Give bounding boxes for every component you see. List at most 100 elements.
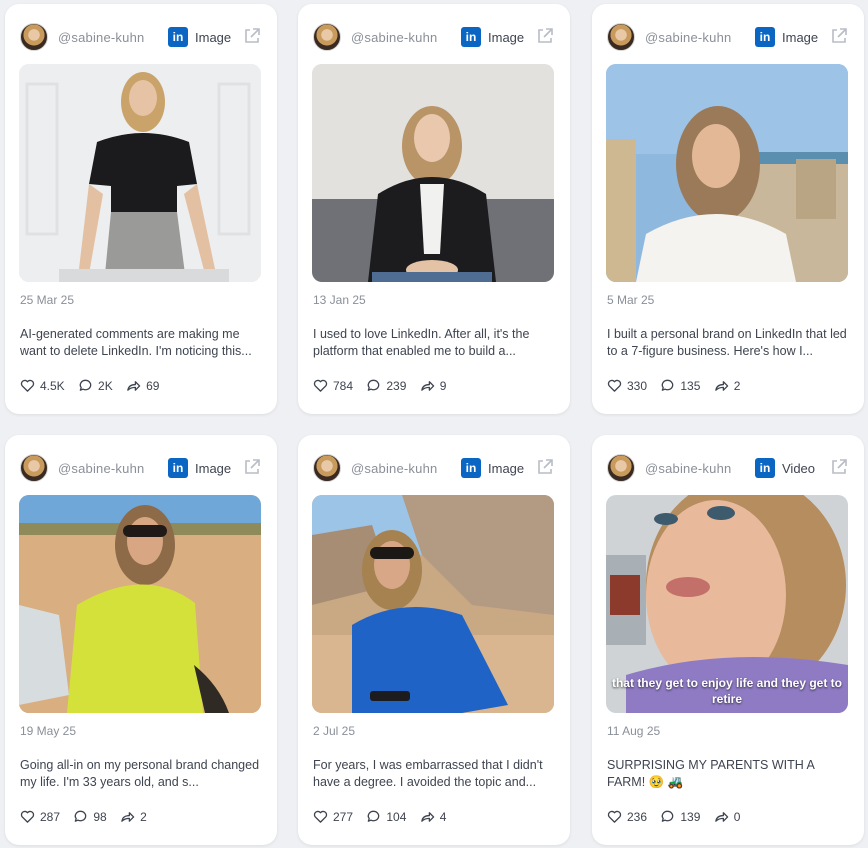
author-handle[interactable]: @sabine-kuhn <box>645 30 731 45</box>
author-handle[interactable]: @sabine-kuhn <box>351 30 437 45</box>
shares-count: 0 <box>733 809 741 824</box>
linkedin-icon: in <box>755 458 775 478</box>
avatar[interactable] <box>20 454 48 482</box>
likes-stat: 4.5K <box>20 378 65 393</box>
heart-icon <box>313 379 328 392</box>
media-type-label: Image <box>488 30 525 45</box>
post-excerpt[interactable]: AI-generated comments are making me want… <box>20 326 264 360</box>
shares-stat: 0 <box>714 809 741 824</box>
card-header: @sabine-kuhn in Image <box>313 451 558 485</box>
comments-count: 139 <box>680 809 701 824</box>
heart-icon <box>607 810 622 823</box>
external-link-icon[interactable] <box>535 457 555 477</box>
likes-count: 277 <box>333 809 354 824</box>
share-icon <box>714 812 728 822</box>
shares-count: 2 <box>733 378 741 393</box>
linkedin-icon: in <box>168 27 188 47</box>
likes-stat: 236 <box>607 809 647 824</box>
external-link-icon[interactable] <box>829 26 849 46</box>
post-image[interactable] <box>19 495 261 713</box>
post-excerpt[interactable]: SURPRISING MY PARENTS WITH A FARM! 🥹 🚜 <box>607 757 851 791</box>
shares-stat: 2 <box>120 809 147 824</box>
author-handle[interactable]: @sabine-kuhn <box>645 461 731 476</box>
post-excerpt[interactable]: Going all-in on my personal brand change… <box>20 757 264 791</box>
media-type-label: Video <box>782 461 816 476</box>
shares-stat: 4 <box>420 809 446 824</box>
comment-icon <box>79 379 92 391</box>
likes-stat: 784 <box>313 378 353 393</box>
comments-stat: 139 <box>660 809 700 824</box>
external-link-icon[interactable] <box>829 457 849 477</box>
likes-count: 330 <box>627 378 648 393</box>
post-image[interactable] <box>606 64 848 282</box>
post-card[interactable]: @sabine-kuhn in Image 19 May 25 Going al… <box>5 435 277 845</box>
comment-icon <box>662 810 674 822</box>
share-icon <box>127 381 141 391</box>
comment-icon <box>662 379 674 391</box>
comments-stat: 135 <box>660 378 700 393</box>
post-date: 19 May 25 <box>20 724 77 738</box>
external-link-icon[interactable] <box>535 26 555 46</box>
post-image[interactable] <box>19 64 261 282</box>
engagement-stats: 784 239 9 <box>313 378 456 396</box>
linkedin-icon: in <box>755 27 775 47</box>
avatar[interactable] <box>20 23 48 51</box>
post-card[interactable]: @sabine-kuhn in Image 2 Jul 25 For years… <box>298 435 570 845</box>
media-type-label: Image <box>782 30 819 45</box>
avatar[interactable] <box>607 23 635 51</box>
avatar[interactable] <box>607 454 635 482</box>
shares-stat: 2 <box>714 378 741 393</box>
post-image[interactable] <box>312 64 554 282</box>
avatar[interactable] <box>313 454 341 482</box>
post-excerpt[interactable]: For years, I was embarrassed that I didn… <box>313 757 557 791</box>
shares-count: 9 <box>439 378 447 393</box>
card-header: @sabine-kuhn in Image <box>313 20 558 54</box>
external-link-icon[interactable] <box>242 26 262 46</box>
linkedin-icon: in <box>461 27 481 47</box>
post-card[interactable]: @sabine-kuhn in Image 25 Mar 25 AI-gener… <box>5 4 277 414</box>
post-date: 2 Jul 25 <box>313 724 356 738</box>
comments-stat: 239 <box>366 378 406 393</box>
author-handle[interactable]: @sabine-kuhn <box>58 461 144 476</box>
post-date: 13 Jan 25 <box>313 293 366 307</box>
post-card[interactable]: @sabine-kuhn in Image 5 Mar 25 I built a… <box>592 4 864 414</box>
card-header: @sabine-kuhn in Video <box>607 451 852 485</box>
likes-count: 287 <box>40 809 61 824</box>
author-handle[interactable]: @sabine-kuhn <box>351 461 437 476</box>
avatar[interactable] <box>313 23 341 51</box>
external-link-icon[interactable] <box>242 457 262 477</box>
comments-stat: 104 <box>366 809 406 824</box>
share-icon <box>714 381 728 391</box>
author-handle[interactable]: @sabine-kuhn <box>58 30 144 45</box>
photo-woman-rocks-blue-shirt <box>312 495 554 713</box>
heart-icon <box>20 810 35 823</box>
post-date: 11 Aug 25 <box>607 724 661 738</box>
post-video-thumbnail[interactable]: that they get to enjoy life and they get… <box>606 495 848 713</box>
card-header: @sabine-kuhn in Image <box>20 20 265 54</box>
comments-stat: 2K <box>78 378 113 393</box>
post-image[interactable] <box>312 495 554 713</box>
post-card[interactable]: @sabine-kuhn in Video that they get to e… <box>592 435 864 845</box>
engagement-stats: 277 104 4 <box>313 809 456 827</box>
heart-icon <box>607 379 622 392</box>
comment-icon <box>368 810 380 822</box>
comments-count: 239 <box>386 378 407 393</box>
engagement-stats: 287 98 2 <box>20 809 157 827</box>
comment-icon <box>75 810 87 822</box>
engagement-stats: 330 135 2 <box>607 378 750 396</box>
post-excerpt[interactable]: I built a personal brand on LinkedIn tha… <box>607 326 851 360</box>
comment-icon <box>368 379 380 391</box>
engagement-stats: 4.5K 2K 69 <box>20 378 169 396</box>
video-caption-overlay: that they get to enjoy life and they get… <box>611 676 842 706</box>
shares-stat: 69 <box>126 378 159 393</box>
shares-count: 69 <box>146 378 160 393</box>
likes-stat: 277 <box>313 809 353 824</box>
photo-woman-black-blazer <box>312 64 554 282</box>
post-excerpt[interactable]: I used to love LinkedIn. After all, it's… <box>313 326 557 360</box>
heart-icon <box>313 810 328 823</box>
photo-woman-city-skyline <box>606 64 848 282</box>
post-card[interactable]: @sabine-kuhn in Image 13 Jan 25 I used t… <box>298 4 570 414</box>
engagement-stats: 236 139 0 <box>607 809 750 827</box>
post-date: 5 Mar 25 <box>607 293 655 307</box>
likes-count: 236 <box>627 809 648 824</box>
